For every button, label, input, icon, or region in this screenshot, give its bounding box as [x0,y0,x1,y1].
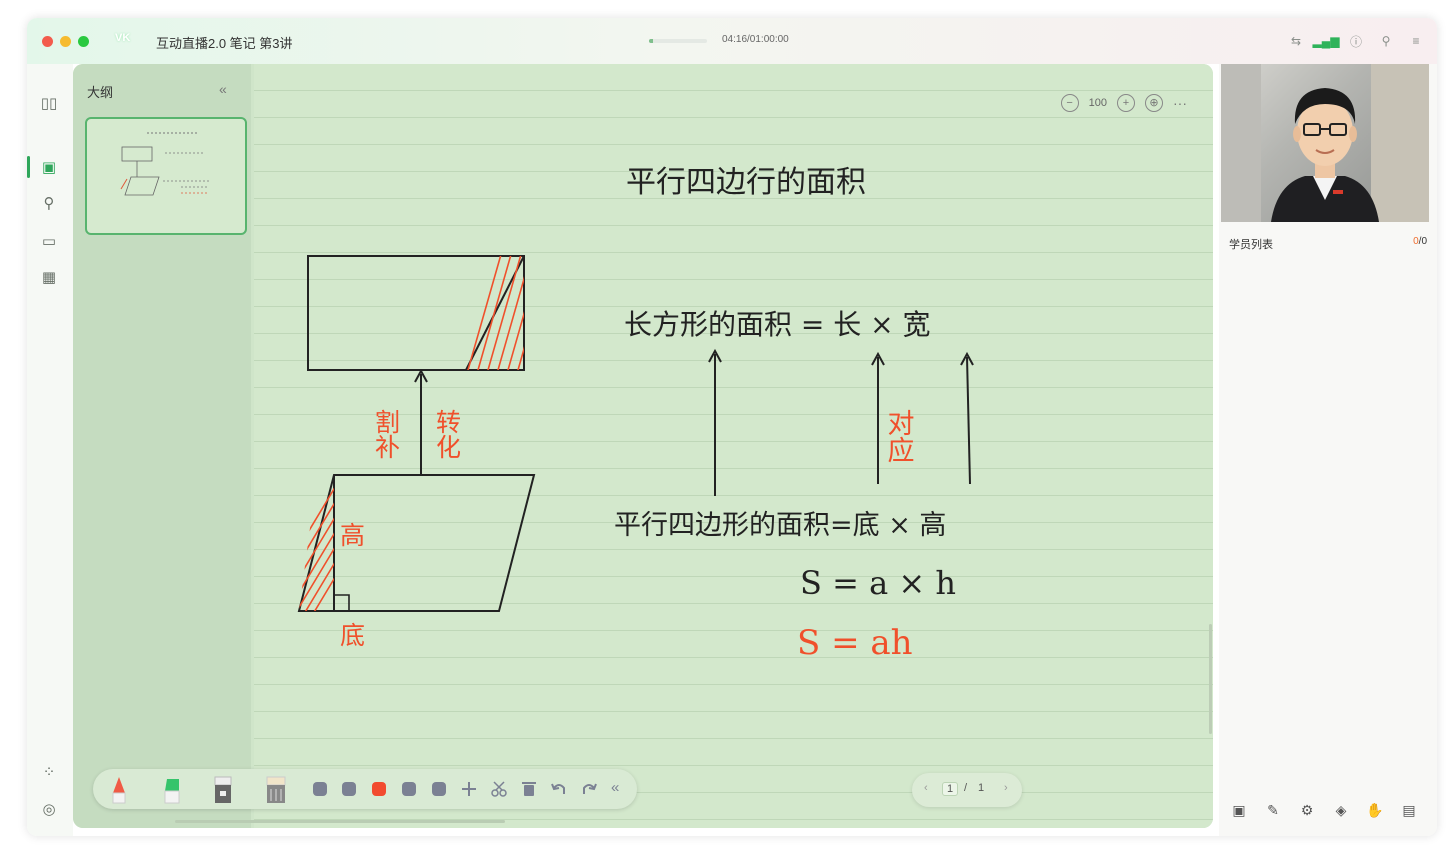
label-transform: 转化 [433,409,462,459]
hand-raise-icon[interactable]: ✋ [1365,800,1385,820]
notes-icon[interactable]: ▣ [38,156,60,178]
delete-tool[interactable] [520,780,538,798]
search-icon[interactable]: ⚲ [1377,32,1395,50]
grid-table-icon[interactable]: ▦ [38,266,60,288]
previous-page-button[interactable]: ‹ [924,782,928,794]
right-angle-mark [334,594,350,611]
formula-short: S = ah [797,623,913,663]
rectangle-hatch [466,256,524,370]
close-window-button[interactable] [42,36,53,47]
text-tool[interactable] [311,780,329,798]
current-page-input[interactable]: 1 [942,782,959,796]
fill-icon[interactable]: ◈ [1331,800,1351,820]
outline-panel: 大纲 « [73,64,251,828]
collapse-outline-button[interactable]: « [219,81,227,97]
page-navigator: ‹ 1 / 1 › [912,773,1022,807]
highlighter-tool[interactable] [157,775,185,805]
switch-icon[interactable]: ⇆ [1287,32,1305,50]
shape-tool[interactable] [340,780,358,798]
nav-active-indicator [27,156,30,178]
arrow-height [966,356,971,485]
pen-tool[interactable] [105,775,133,805]
page-thumbnail[interactable] [85,117,247,235]
apps-icon[interactable]: ⁘ [38,761,60,783]
titlebar-tools: ⇆ ▂▄▆ ⓘ ⚲ ≡ [1287,32,1425,50]
rectangle-shape [307,255,525,371]
settings-icon[interactable]: ◎ [38,798,60,820]
vertical-scrollbar[interactable] [1209,624,1212,734]
title-bar: VK 互动直播2.0 笔记 第3讲 04:16/01:00:00 ⇆ ▂▄▆ ⓘ… [27,18,1437,64]
color-red[interactable] [370,780,388,798]
teacher-video[interactable] [1221,64,1429,222]
student-list-label[interactable]: 学员列表 [1229,236,1273,252]
app-window: VK 互动直播2.0 笔记 第3讲 04:16/01:00:00 ⇆ ▂▄▆ ⓘ… [27,18,1437,836]
undo-tool[interactable] [550,780,568,798]
monitor-icon[interactable]: ▭ [38,230,60,252]
total-pages: 1 [978,782,985,794]
drawing-toolbar: « [93,769,637,809]
label-cut-fill: 割补 [372,409,401,459]
playback-progress[interactable] [649,39,707,43]
student-count: 0/0 [1413,236,1427,247]
user-settings-icon[interactable]: ⚙ [1297,800,1317,820]
right-panel: 学员列表 0/0 ▣ ✎ ⚙ ◈ ✋ ▤ [1219,64,1437,836]
label-height: 高 [340,521,365,550]
label-base: 底 [340,621,365,650]
right-panel-actions: ▣ ✎ ⚙ ◈ ✋ ▤ [1229,800,1419,820]
main-content: 大纲 « − 100 + ⊕ ··· 平行四边行的面积 割补 转化 高 底 长方… [73,64,1213,828]
chat-icon[interactable]: ▤ [1399,800,1419,820]
left-nav: ▯▯ ▣ ⚲ ▭ ▦ ⁘ ◎ [27,64,73,836]
playback-timecode: 04:16/01:00:00 [722,34,789,45]
handwritten-notes: 平行四边行的面积 割补 转化 高 底 长方形的面积 = 长 × 宽 对应 平行四… [297,165,974,663]
signal-icon: ▂▄▆ [1312,34,1340,48]
collapse-toolbar[interactable]: « [611,779,619,796]
save-icon[interactable]: ▣ [1229,800,1249,820]
image-tool[interactable] [400,780,418,798]
playback-progress-fill [649,39,654,43]
screenshot-tool[interactable] [430,780,448,798]
menu-icon[interactable]: ≡ [1407,32,1425,50]
teacher-avatar [1221,64,1429,222]
parallelogram-formula: 平行四边形的面积=底 × 高 [614,510,946,541]
app-logo: VK [115,32,131,44]
search-user-icon[interactable]: ⚲ [38,192,60,214]
page-separator: / [964,782,968,794]
eraser-tool[interactable] [209,775,237,805]
page-thumbnail-preview [120,132,211,196]
redo-tool[interactable] [580,780,598,798]
courseware-icon[interactable]: ▯▯ [38,92,60,114]
minimize-window-button[interactable] [60,36,71,47]
horizontal-scrollbar[interactable] [175,820,505,823]
whiteboard[interactable]: − 100 + ⊕ ··· 平行四边行的面积 割补 转化 高 底 长方形的面积 … [254,64,1213,828]
formula-symbolic: S = a × h [800,564,956,602]
maximize-window-button[interactable] [78,36,89,47]
label-correspond: 对应 [883,409,915,463]
annotate-icon[interactable]: ✎ [1263,800,1283,820]
window-title: 互动直播2.0 笔记 第3讲 [156,36,293,51]
rectangle-formula: 长方形的面积 = 长 × 宽 [624,308,931,341]
student-count-total: 0 [1421,236,1427,247]
next-page-button[interactable]: › [1004,782,1008,794]
move-tool[interactable] [460,780,478,798]
outline-title: 大纲 [87,85,114,100]
ruler-tool[interactable] [261,775,289,805]
cut-tool[interactable] [490,780,508,798]
info-icon[interactable]: ⓘ [1347,32,1365,50]
board-title: 平行四边行的面积 [626,165,866,200]
